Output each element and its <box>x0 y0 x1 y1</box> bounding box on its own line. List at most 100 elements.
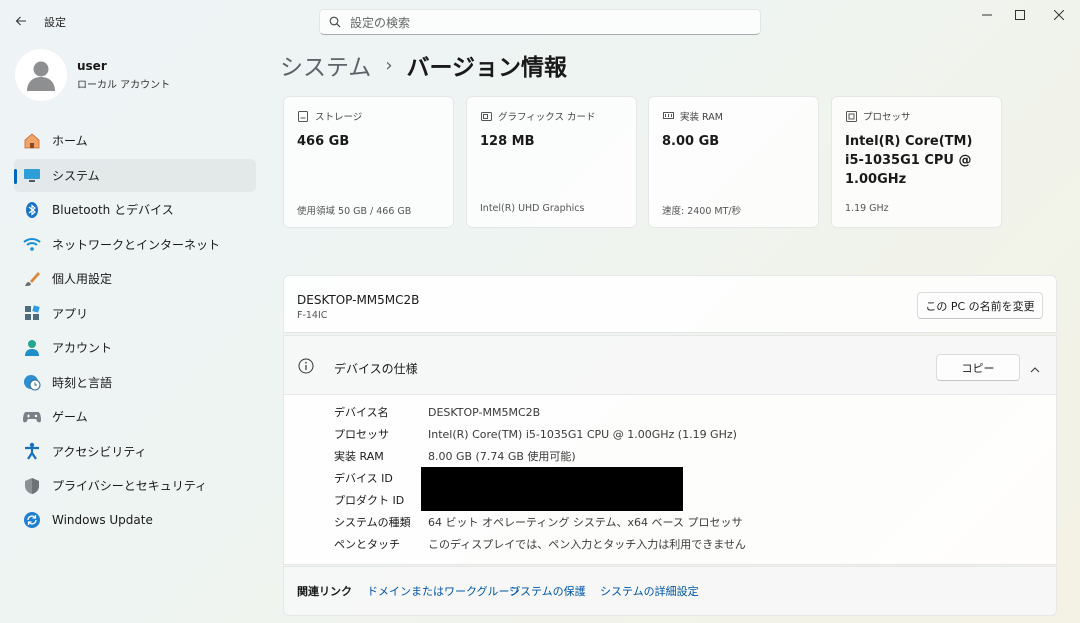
breadcrumb-parent[interactable]: システム <box>280 48 371 82</box>
brush-icon <box>22 269 42 289</box>
spec-value: Intel(R) Core(TM) i5-1035G1 CPU @ 1.00GH… <box>428 427 737 441</box>
spec-row-processor: プロセッサ Intel(R) Core(TM) i5-1035G1 CPU @ … <box>334 424 737 444</box>
sidebar-item-label: システム <box>52 168 100 183</box>
chevron-up-icon[interactable] <box>1030 362 1040 376</box>
info-icon <box>298 358 314 377</box>
sidebar-item-label: プライバシーとセキュリティ <box>52 479 208 493</box>
spec-key: デバイス ID <box>334 472 393 485</box>
rename-pc-button[interactable]: この PC の名前を変更 <box>917 292 1043 319</box>
back-button[interactable] <box>10 10 32 32</box>
sidebar-item-label: アプリ <box>52 306 89 321</box>
ram-icon <box>662 110 674 122</box>
gamepad-icon <box>22 407 42 427</box>
search-placeholder: 設定の検索 <box>350 15 411 30</box>
close-button[interactable] <box>1036 4 1080 26</box>
device-specs-title: デバイスの仕様 <box>334 362 418 376</box>
spec-row-ram: 実装 RAM 8.00 GB (7.74 GB 使用可能) <box>334 446 576 466</box>
spec-key: プロダクト ID <box>334 494 405 507</box>
spec-row-product-id: プロダクト ID <box>334 490 428 510</box>
close-icon <box>1054 10 1064 20</box>
pc-name-panel: DESKTOP-MM5MC2B F-14IC この PC の名前を変更 <box>283 275 1057 333</box>
card-label: 実装 RAM <box>680 112 723 123</box>
pc-model: F-14IC <box>297 310 328 321</box>
minimize-icon <box>982 14 992 16</box>
card-value: 128 MB <box>480 134 535 149</box>
sidebar-item-accounts[interactable]: アカウント <box>14 331 256 364</box>
storage-icon <box>297 110 309 122</box>
device-specs-header[interactable]: デバイスの仕様 コピー <box>283 335 1057 395</box>
app-title: 設定 <box>44 16 66 29</box>
card-value: 466 GB <box>297 134 350 149</box>
accessibility-icon <box>22 441 42 461</box>
breadcrumb-separator: › <box>385 54 393 76</box>
account-type: ローカル アカウント <box>77 80 171 91</box>
sidebar-nav: ホーム システム Bluetooth とデバイス ネットワークとインターネット … <box>14 124 256 538</box>
spec-value: このディスプレイでは、ペン入力とタッチ入力は利用できません <box>428 538 746 551</box>
back-arrow-icon <box>15 16 26 26</box>
sidebar-item-personalization[interactable]: 個人用設定 <box>14 262 256 295</box>
spec-row-pen-touch: ペンとタッチ このディスプレイでは、ペン入力とタッチ入力は利用できません <box>334 534 746 554</box>
user-profile[interactable]: user ローカル アカウント <box>15 49 170 101</box>
page-title: バージョン情報 <box>406 55 568 81</box>
copy-button[interactable]: コピー <box>936 354 1020 381</box>
spec-key: 実装 RAM <box>334 450 384 463</box>
pc-name: DESKTOP-MM5MC2B <box>297 293 420 307</box>
sidebar-item-label: ホーム <box>52 134 88 148</box>
card-subtext: Intel(R) UHD Graphics <box>480 203 585 214</box>
user-name: user <box>77 59 107 73</box>
maximize-icon <box>1015 10 1025 20</box>
link-advanced-system-settings[interactable]: システムの詳細設定 <box>600 583 699 599</box>
processor-icon <box>845 110 857 122</box>
card-label: プロセッサ <box>863 112 911 123</box>
sidebar-item-system[interactable]: システム <box>14 158 256 192</box>
update-icon <box>22 510 42 530</box>
spec-row-system-type: システムの種類 64 ビット オペレーティング システム、x64 ベース プロセ… <box>334 512 742 532</box>
spec-row-device-name: デバイス名 DESKTOP-MM5MC2B <box>334 402 540 422</box>
spec-key: システムの種類 <box>334 516 411 529</box>
sidebar-item-time-language[interactable]: 時刻と言語 <box>14 366 256 399</box>
spec-key: ペンとタッチ <box>334 538 400 551</box>
spec-value: 64 ビット オペレーティング システム、x64 ベース プロセッサ <box>428 516 743 529</box>
avatar <box>15 49 67 101</box>
sidebar-item-label: ネットワークとインターネット <box>52 237 221 252</box>
link-domain-workgroup[interactable]: ドメインまたはワークグループ <box>367 583 520 599</box>
card-subtext: 速度: 2400 MT/秒 <box>662 206 742 217</box>
spec-key: デバイス名 <box>334 406 389 419</box>
sidebar-item-apps[interactable]: アプリ <box>14 297 256 330</box>
ram-card: 実装 RAM 8.00 GB 速度: 2400 MT/秒 <box>648 96 819 228</box>
sidebar-item-label: 時刻と言語 <box>52 375 113 390</box>
home-icon <box>22 131 42 151</box>
storage-card: ストレージ 466 GB 使用領域 50 GB / 466 GB <box>283 96 454 228</box>
card-subtext: 使用領域 50 GB / 466 GB <box>297 206 412 217</box>
sidebar-item-privacy-security[interactable]: プライバシーとセキュリティ <box>14 469 256 502</box>
sidebar-item-label: 個人用設定 <box>52 272 113 286</box>
sidebar-item-network[interactable]: ネットワークとインターネット <box>14 228 256 261</box>
card-subtext: 1.19 GHz <box>845 203 889 214</box>
apps-icon <box>22 303 42 323</box>
spec-value: DESKTOP-MM5MC2B <box>428 405 541 419</box>
spec-value: 8.00 GB (7.74 GB 使用可能) <box>428 450 576 463</box>
related-links-label: 関連リンク <box>297 585 352 598</box>
graphics-card-icon <box>480 110 492 122</box>
sidebar-item-gaming[interactable]: ゲーム <box>14 400 256 433</box>
person-icon <box>22 338 42 358</box>
sidebar-item-label: アクセシビリティ <box>52 444 147 459</box>
card-label: グラフィックス カード <box>498 112 596 123</box>
sidebar-item-accessibility[interactable]: アクセシビリティ <box>14 435 256 468</box>
sidebar-item-home[interactable]: ホーム <box>14 124 256 157</box>
sidebar-item-label: Windows Update <box>52 513 153 527</box>
spec-row-device-id: デバイス ID <box>334 468 428 488</box>
system-icon <box>22 165 42 185</box>
search-input[interactable]: 設定の検索 <box>319 9 761 35</box>
sidebar-item-bluetooth[interactable]: Bluetooth とデバイス <box>14 193 256 226</box>
processor-card: プロセッサ Intel(R) Core(TM) i5-1035G1 CPU @ … <box>831 96 1002 228</box>
sidebar-item-windows-update[interactable]: Windows Update <box>14 504 256 537</box>
redaction-block <box>421 467 683 511</box>
spec-key: プロセッサ <box>334 428 389 441</box>
shield-icon <box>22 476 42 496</box>
link-system-protection[interactable]: システムの保護 <box>509 583 586 599</box>
sidebar-item-label: ゲーム <box>52 410 88 424</box>
card-value: Intel(R) Core(TM) i5-1035G1 CPU @ 1.00GH… <box>845 134 973 187</box>
card-value: 8.00 GB <box>662 134 720 149</box>
title-bar: 設定 設定の検索 <box>0 0 1080 42</box>
